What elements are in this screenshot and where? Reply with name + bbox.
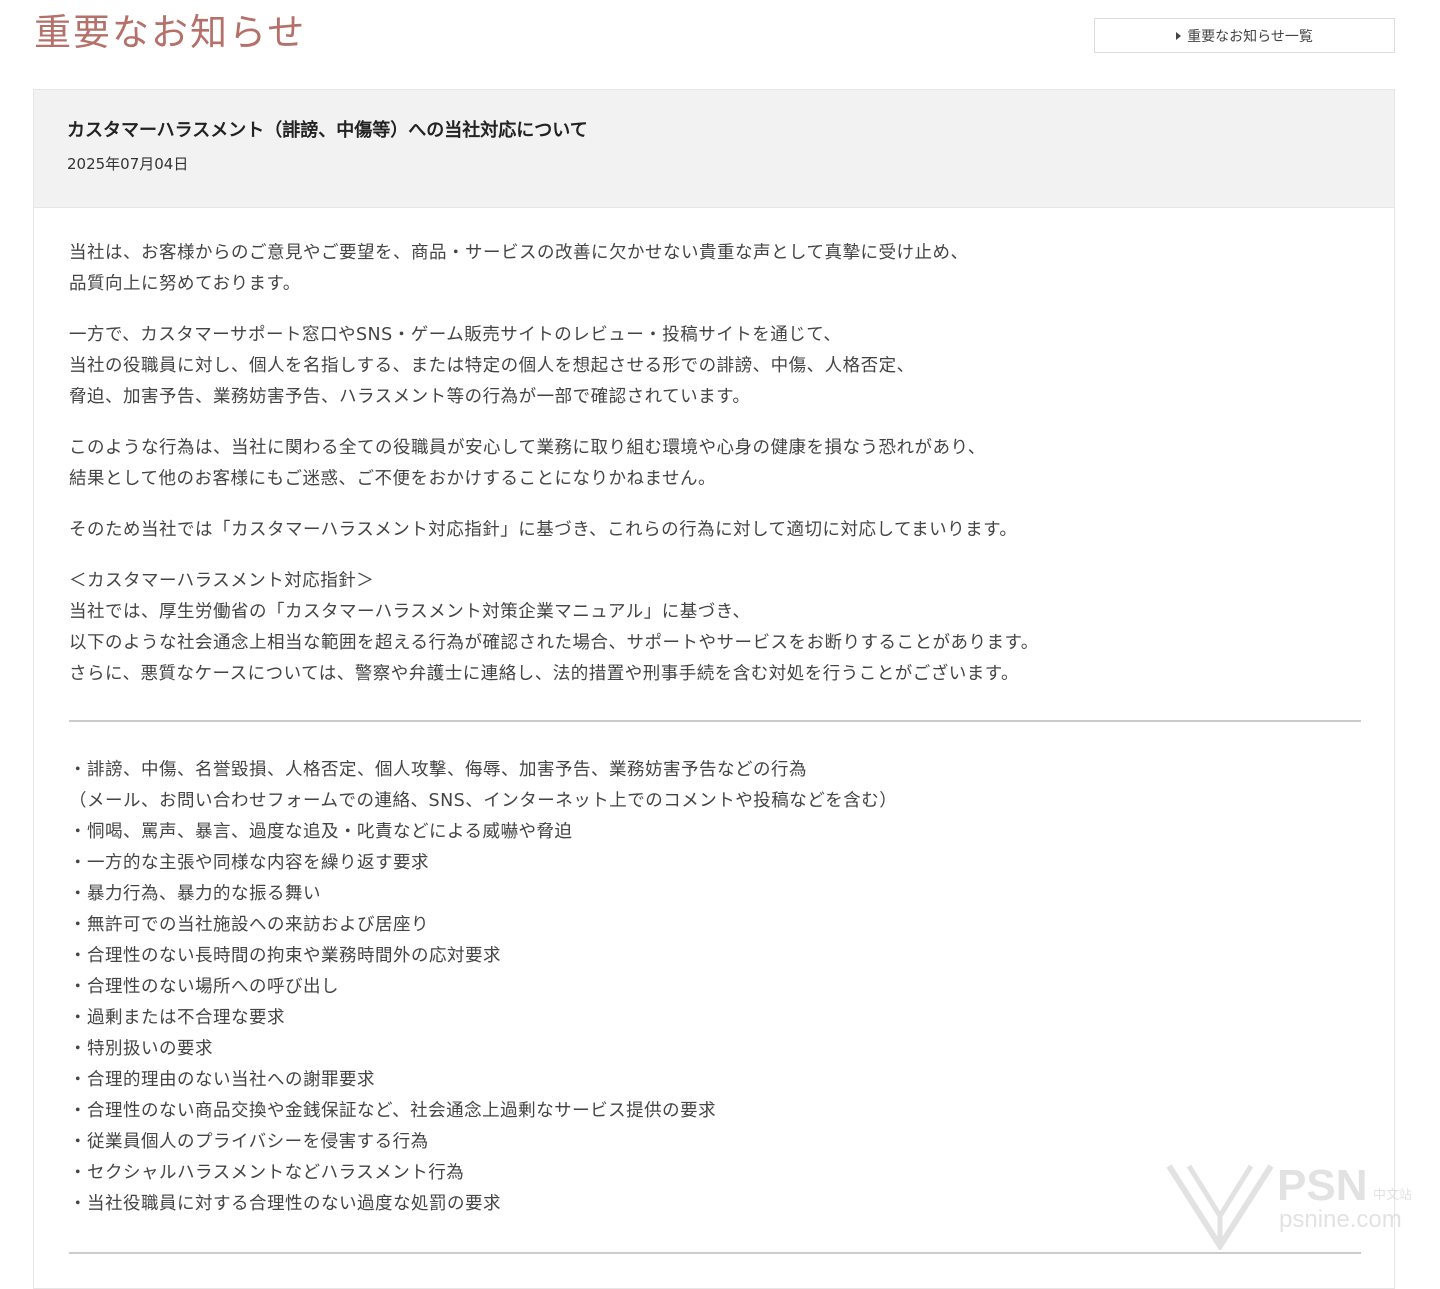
divider	[69, 1252, 1361, 1254]
paragraph: このような行為は、当社に関わる全ての役職員が安心して業務に取り組む環境や心身の健…	[69, 433, 1360, 495]
list-item: ・無許可での当社施設への来訪および居座り	[69, 915, 429, 935]
paragraph-line: 当社は、お客様からのご意見やご要望を、商品・サービスの改善に欠かせない貴重な声と…	[69, 243, 969, 263]
article-title: カスタマーハラスメント（誹謗、中傷等）への当社対応について	[67, 120, 588, 141]
paragraph: そのため当社では「カスタマーハラスメント対応指針」に基づき、これらの行為に対して…	[69, 515, 1360, 546]
list-item: ・合理性のない商品交換や金銭保証など、社会通念上過剰なサービス提供の要求	[69, 1101, 717, 1121]
policy-line: 以下のような社会通念上相当な範囲を超える行為が確認された場合、サポートやサービス…	[69, 633, 1039, 653]
list-item: ・合理的理由のない当社への謝罪要求	[69, 1070, 375, 1090]
prohibited-acts-list: ・誹謗、中傷、名誉毀損、人格否定、個人攻撃、侮辱、加害予告、業務妨害予告などの行…	[69, 755, 1360, 1220]
article-header: カスタマーハラスメント（誹謗、中傷等）への当社対応について 2025年07月04…	[34, 90, 1394, 208]
list-item: ・誹謗、中傷、名誉毀損、人格否定、個人攻撃、侮辱、加害予告、業務妨害予告などの行…	[69, 760, 807, 780]
list-item: ・恫喝、罵声、暴言、過度な追及・叱責などによる威嚇や脅迫	[69, 822, 573, 842]
policy-section: ＜カスタマーハラスメント対応指針＞ 当社では、厚生労働省の「カスタマーハラスメン…	[69, 566, 1360, 690]
divider	[69, 720, 1361, 722]
policy-line: 当社では、厚生労働省の「カスタマーハラスメント対策企業マニュアル」に基づき、	[69, 602, 751, 622]
list-item: ・暴力行為、暴力的な振る舞い	[69, 884, 321, 904]
paragraph: 一方で、カスタマーサポート窓口やSNS・ゲーム販売サイトのレビュー・投稿サイトを…	[69, 320, 1360, 413]
list-item: ・一方的な主張や同様な内容を繰り返す要求	[69, 853, 429, 873]
list-item: ・特別扱いの要求	[69, 1039, 213, 1059]
notice-list-link-label: 重要なお知らせ一覧	[1187, 28, 1313, 45]
list-item: ・過剰または不合理な要求	[69, 1008, 285, 1028]
paragraph-line: そのため当社では「カスタマーハラスメント対応指針」に基づき、これらの行為に対して…	[69, 520, 1018, 540]
paragraph-line: 一方で、カスタマーサポート窓口やSNS・ゲーム販売サイトのレビュー・投稿サイトを…	[69, 325, 842, 345]
paragraph-line: このような行為は、当社に関わる全ての役職員が安心して業務に取り組む環境や心身の健…	[69, 438, 986, 458]
list-item: ・合理性のない長時間の拘束や業務時間外の応対要求	[69, 946, 501, 966]
paragraph-line: 脅迫、加害予告、業務妨害予告、ハラスメント等の行為が一部で確認されています。	[69, 387, 751, 407]
article-date: 2025年07月04日	[67, 155, 189, 173]
policy-line: さらに、悪質なケースについては、警察や弁護士に連絡し、法的措置や刑事手続を含む対…	[69, 664, 1019, 684]
list-item: ・従業員個人のプライバシーを侵害する行為	[69, 1132, 429, 1152]
triangle-right-icon	[1176, 31, 1182, 40]
paragraph: 当社は、お客様からのご意見やご要望を、商品・サービスの改善に欠かせない貴重な声と…	[69, 238, 1360, 300]
list-item: ・合理性のない場所への呼び出し	[69, 977, 339, 997]
article-body: 当社は、お客様からのご意見やご要望を、商品・サービスの改善に欠かせない貴重な声と…	[34, 208, 1394, 1254]
policy-heading: ＜カスタマーハラスメント対応指針＞	[69, 571, 375, 591]
page-title: 重要なお知らせ	[34, 11, 307, 54]
list-item: ・当社役職員に対する合理性のない過度な処罰の要求	[69, 1194, 501, 1214]
notice-list-link[interactable]: 重要なお知らせ一覧	[1094, 18, 1395, 53]
paragraph-line: 結果として他のお客様にもご迷惑、ご不便をおかけすることになりかねません。	[69, 469, 716, 489]
paragraph-line: 品質向上に努めております。	[69, 274, 301, 294]
paragraph-line: 当社の役職員に対し、個人を名指しする、または特定の個人を想起させる形での誹謗、中…	[69, 356, 915, 376]
list-item: ・セクシャルハラスメントなどハラスメント行為	[69, 1163, 465, 1183]
list-item: （メール、お問い合わせフォームでの連絡、SNS、インターネット上でのコメントや投…	[69, 791, 898, 811]
article: カスタマーハラスメント（誹謗、中傷等）への当社対応について 2025年07月04…	[33, 89, 1395, 1289]
